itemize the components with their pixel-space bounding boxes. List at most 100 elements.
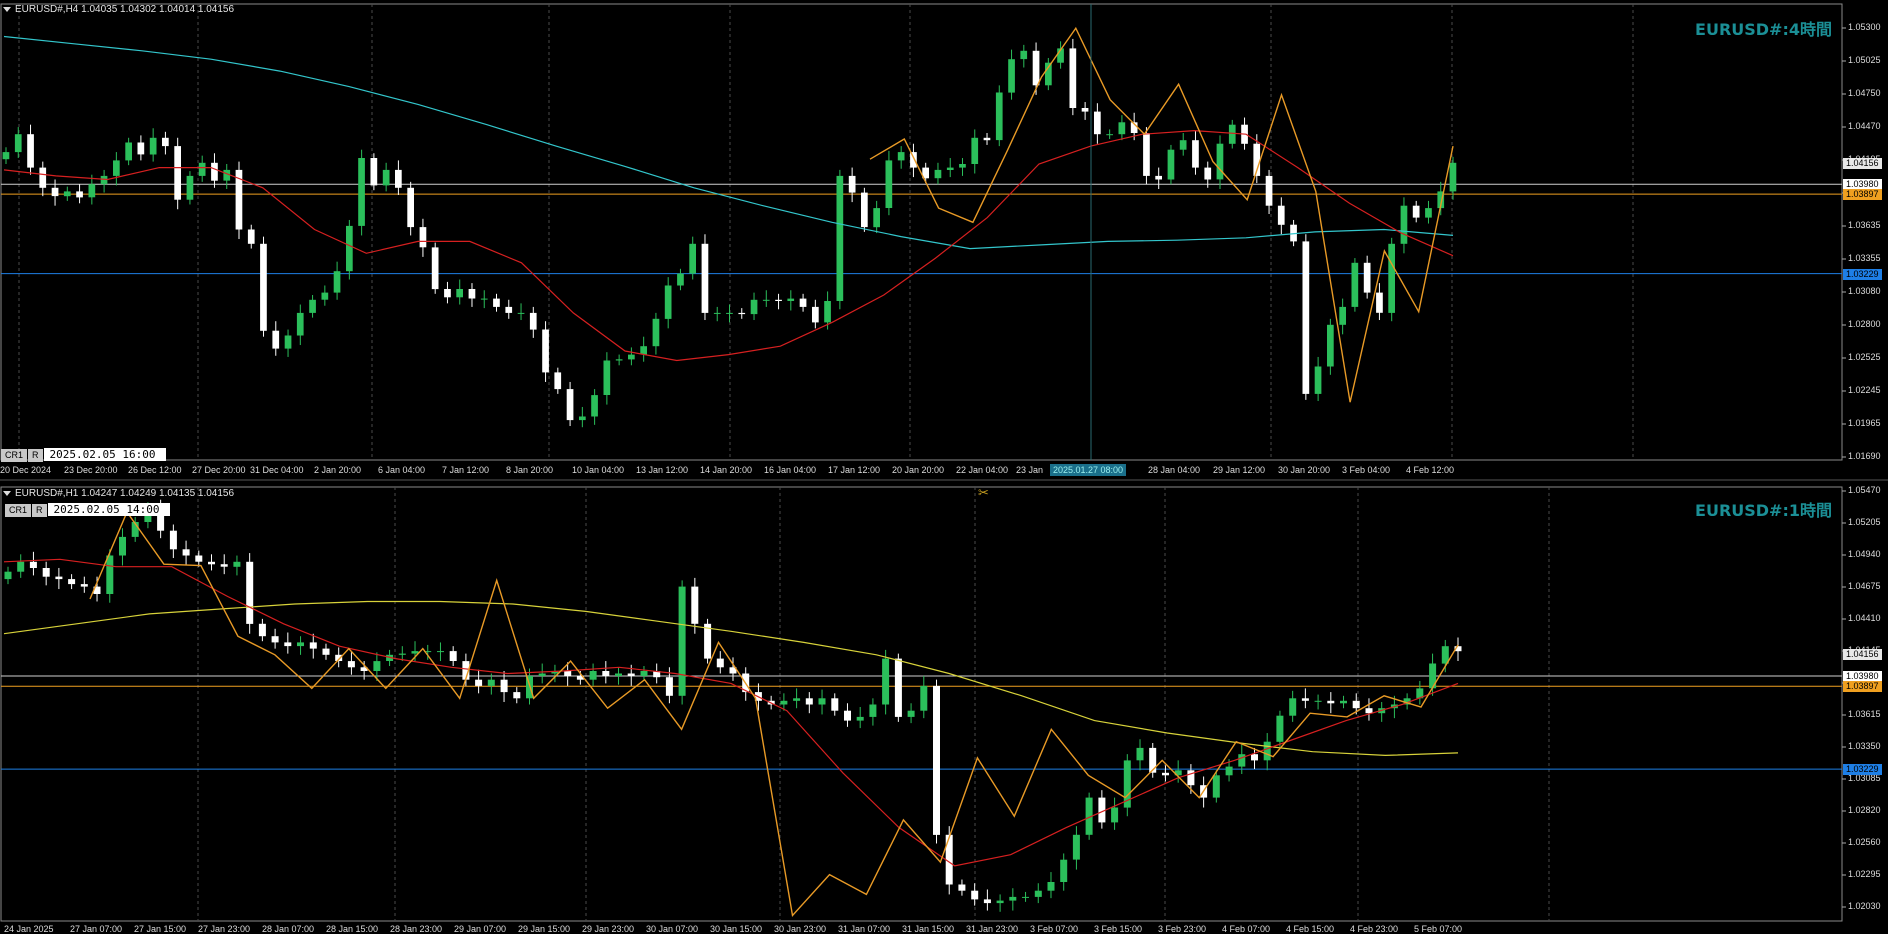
h1-candle-body	[1365, 708, 1373, 714]
h4-candle-body	[566, 389, 574, 421]
h4-price-tick-label: 1.03355	[1848, 253, 1881, 263]
h1-candle-body	[983, 899, 991, 904]
h4-candle-body	[1155, 175, 1162, 180]
h4-candle-body	[713, 312, 721, 314]
h4-candle-body	[27, 134, 34, 168]
collapse-triangle-icon[interactable]	[3, 490, 11, 496]
h1-time-tick-label: 4 Feb 15:00	[1286, 924, 1335, 934]
h1-candle-body	[1047, 882, 1055, 891]
h1-candle-body	[805, 698, 813, 705]
cr1-button[interactable]: CR1	[5, 504, 32, 517]
h4-time-tick-label: 31 Dec 04:00	[250, 465, 304, 475]
h4-candle-body	[51, 187, 59, 197]
h1-candle-body	[1352, 700, 1360, 709]
h1-candle-body	[1072, 834, 1080, 860]
cr1-button[interactable]: CR1	[1, 449, 28, 462]
h1-time-tick-label: 27 Jan 23:00	[198, 924, 251, 934]
h1-time-tick-label: 29 Jan 07:00	[454, 924, 507, 934]
h1-candle-body	[169, 530, 177, 550]
h4-candle-body	[1069, 48, 1077, 108]
h4-candle-body	[1228, 124, 1236, 144]
h1-candle-body	[844, 710, 851, 721]
h1-time-tick-label: 29 Jan 23:00	[582, 924, 635, 934]
h4-candle-body	[198, 162, 206, 176]
h4-candle-body	[137, 142, 145, 155]
h4-candle-body	[346, 225, 353, 272]
h4-candle-body	[395, 169, 402, 188]
h1-candle-body	[195, 555, 203, 562]
h4-candle-body	[1106, 134, 1113, 136]
h4-candle-body	[897, 152, 905, 161]
h4-candle-body	[836, 175, 844, 301]
h1-candle-body	[322, 648, 330, 655]
h1-time-tick-label: 27 Jan 15:00	[134, 924, 187, 934]
h4-candle-body	[480, 298, 488, 300]
h1-datetime-value[interactable]: 2025.02.05 14:00	[47, 503, 170, 516]
h1-candle-body	[996, 900, 1004, 904]
period-separator-marker-icon[interactable]: ✂	[978, 485, 989, 501]
h4-candle-body	[615, 359, 623, 361]
h4-candle-body	[628, 354, 635, 360]
h1-chart-pane[interactable]: EURUSD#,H1 1.04247 1.04249 1.04135 1.041…	[0, 481, 1888, 934]
h1-price-tick-label: 1.02560	[1848, 837, 1881, 847]
h4-chart-pane[interactable]: EURUSD#,H4 1.04035 1.04302 1.04014 1.041…	[0, 0, 1888, 481]
h4-time-tick-label: 23 Dec 20:00	[64, 465, 118, 475]
h4-candle-body	[517, 312, 525, 314]
h4-candle-body	[1032, 50, 1040, 86]
h4-candle-body	[579, 416, 586, 421]
h4-datetime-value[interactable]: 2025.02.05 16:00	[43, 448, 166, 461]
h4-candle-body	[664, 285, 672, 319]
h1-candle-body	[1022, 896, 1029, 898]
h4-price-tick-label: 1.01690	[1848, 451, 1881, 461]
h1-candle-body	[55, 576, 63, 580]
r-button[interactable]: R	[32, 504, 47, 517]
h1-time-tick-label: 28 Jan 23:00	[390, 924, 443, 934]
h1-candle-body	[80, 584, 88, 587]
h4-candle-body	[1094, 111, 1101, 135]
h1-candle-body	[602, 671, 610, 676]
h1-candle-body	[1327, 700, 1335, 704]
h1-price-tick-label: 1.05470	[1848, 485, 1881, 495]
h1-candle-body	[538, 673, 546, 676]
h4-candle-body	[1118, 122, 1126, 135]
h1-candle-body	[907, 710, 915, 717]
h1-datetime-box[interactable]: CR1 R 2025.02.05 14:00	[5, 503, 170, 517]
h4-candle-body	[370, 158, 378, 186]
h4-candle-body	[113, 160, 120, 176]
h4-price-tick-label: 1.05300	[1848, 22, 1881, 32]
h4-chart-canvas[interactable]	[0, 0, 1888, 481]
h4-candle-body	[848, 175, 856, 193]
h4-zigzag-line	[869, 26, 1454, 403]
h4-candle-body	[529, 312, 537, 330]
h1-candle-body	[615, 673, 622, 676]
h1-candle-body	[589, 671, 597, 680]
h4-candle-body	[88, 184, 96, 198]
h1-candle-body	[487, 679, 495, 686]
h4-datetime-box[interactable]: CR1 R 2025.02.05 16:00	[1, 448, 166, 462]
h4-candle-body	[762, 299, 770, 301]
h4-candle-body	[591, 395, 598, 417]
h4-candle-body	[1277, 205, 1285, 225]
h4-candle-body	[603, 360, 611, 395]
h4-ohlc-readout: EURUSD#,H4 1.04035 1.04302 1.04014 1.041…	[15, 4, 235, 15]
h1-candle-body	[627, 673, 635, 676]
collapse-triangle-icon[interactable]	[3, 6, 11, 12]
h4-candle-body	[750, 299, 758, 315]
h4-candle-body	[652, 318, 660, 347]
h1-candle-body	[1276, 715, 1284, 742]
h4-crosshair-time-label: 2025.01.27 08:00	[1050, 464, 1127, 476]
h1-chart-canvas[interactable]	[0, 481, 1888, 934]
h4-time-tick-label: 28 Jan 04:00	[1148, 465, 1201, 475]
h1-time-tick-label: 4 Feb 23:00	[1350, 924, 1399, 934]
h4-candle-body	[358, 158, 365, 226]
h4-candle-body	[407, 187, 414, 228]
h4-candle-body	[1412, 205, 1420, 218]
h4-candle-body	[1351, 262, 1359, 307]
h4-time-tick-label: 8 Jan 20:00	[506, 465, 554, 475]
h1-candle-body	[437, 651, 444, 653]
h4-candle-body	[873, 208, 880, 228]
h4-ma-cyan-line	[3, 35, 1454, 250]
r-button[interactable]: R	[28, 449, 43, 462]
h1-price-tick-label: 1.03615	[1848, 709, 1881, 719]
h4-candle-body	[505, 306, 513, 313]
